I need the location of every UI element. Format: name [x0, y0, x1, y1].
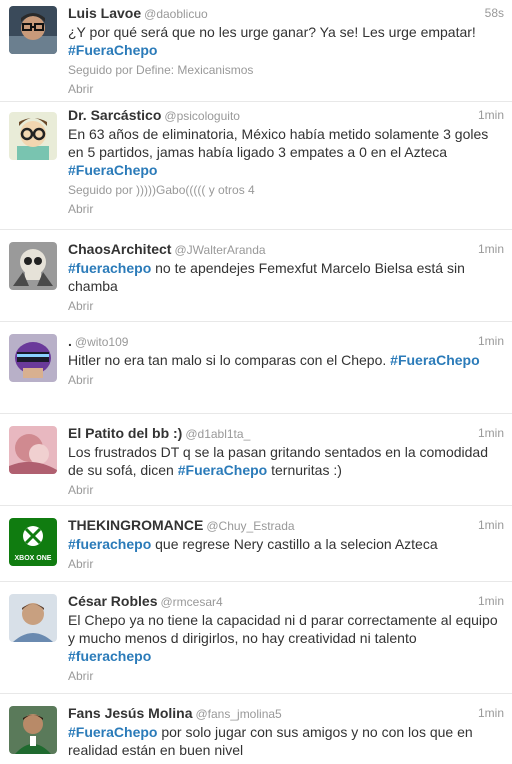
tweet[interactable]: César Robles @rmcesar4 1min El Chepo ya n…	[0, 582, 512, 694]
author-handle[interactable]: @Chuy_Estrada	[206, 519, 294, 533]
avatar-pink-photo-icon[interactable]	[9, 426, 57, 474]
hashtag-link[interactable]: #FueraChepo	[68, 724, 157, 740]
tweet-timestamp[interactable]: 1min	[478, 426, 504, 440]
tweet-timestamp[interactable]: 1min	[478, 242, 504, 256]
open-tweet-link[interactable]: Abrir	[68, 482, 93, 498]
author-name[interactable]: Fans Jesús Molina	[68, 705, 192, 721]
tweet-text: El Chepo ya no tiene la capacidad ni d p…	[68, 611, 502, 665]
hashtag-link[interactable]: #fuerachepo	[68, 648, 151, 664]
tweet-header: THEKINGROMANCE @Chuy_Estrada	[68, 516, 502, 534]
avatar-man-glasses-icon[interactable]	[9, 6, 57, 54]
author-name[interactable]: .	[68, 333, 72, 349]
tweet-text-segment: Hitler no era tan malo si lo comparas co…	[68, 352, 391, 368]
tweet[interactable]: . @wito109 1min Hitler no era tan malo si…	[0, 322, 512, 414]
hashtag-link[interactable]: #FueraChepo	[178, 462, 267, 478]
tweet-text: #FueraChepo por solo jugar con sus amigo…	[68, 723, 502, 759]
tweet-timestamp[interactable]: 1min	[478, 108, 504, 122]
tweet[interactable]: XBOX ONE THEKINGROMANCE @Chuy_Estrada 1mi…	[0, 506, 512, 582]
tweet-text: ¿Y por qué será que no les urge ganar? Y…	[68, 23, 502, 59]
open-tweet-link[interactable]: Abrir	[68, 201, 93, 217]
author-name[interactable]: ChaosArchitect	[68, 241, 171, 257]
tweet-header: Fans Jesús Molina @fans_jmolina5	[68, 704, 502, 722]
author-handle[interactable]: @wito109	[75, 335, 129, 349]
author-handle[interactable]: @d1abl1ta_	[185, 427, 250, 441]
tweet-text-segment: El Chepo ya no tiene la capacidad ni d p…	[68, 612, 498, 646]
avatar-helmet-icon[interactable]	[9, 334, 57, 382]
author-name[interactable]: El Patito del bb :)	[68, 425, 182, 441]
tweet-header: El Patito del bb :) @d1abl1ta_	[68, 424, 502, 442]
author-handle[interactable]: @rmcesar4	[160, 595, 222, 609]
tweet[interactable]: ChaosArchitect @JWalterAranda 1min #fuera…	[0, 230, 512, 322]
tweet[interactable]: Fans Jesús Molina @fans_jmolina5 1min #Fu…	[0, 694, 512, 764]
tweet-header: ChaosArchitect @JWalterAranda	[68, 240, 502, 258]
hashtag-link[interactable]: #FueraChepo	[68, 162, 157, 178]
author-handle[interactable]: @fans_jmolina5	[195, 707, 281, 721]
tweet-timestamp[interactable]: 1min	[478, 518, 504, 532]
avatar-skull-icon[interactable]	[9, 242, 57, 290]
tweet-text-segment: En 63 años de eliminatoria, México había…	[68, 126, 489, 160]
open-tweet-link[interactable]: Abrir	[68, 556, 93, 572]
avatar-soccer-player-icon[interactable]	[9, 706, 57, 754]
author-name[interactable]: Dr. Sarcástico	[68, 107, 161, 123]
tweet-text-segment: que regrese Nery castillo a la selecion …	[151, 536, 438, 552]
tweet-timestamp[interactable]: 58s	[485, 6, 504, 20]
tweet-timeline: Luis Lavoe @daoblicuo 58s ¿Y por qué será…	[0, 0, 512, 764]
tweet-text: #fuerachepo no te apendejes Femexfut Mar…	[68, 259, 502, 295]
xbox-one-logo-icon[interactable]: XBOX ONE	[9, 518, 57, 566]
tweet-timestamp[interactable]: 1min	[478, 706, 504, 720]
tweet-header: . @wito109	[68, 332, 502, 350]
tweet-header: Dr. Sarcástico @psicologuito	[68, 106, 502, 124]
tweet[interactable]: Dr. Sarcástico @psicologuito 1min En 63 a…	[0, 102, 512, 230]
open-tweet-link[interactable]: Abrir	[68, 668, 93, 684]
tweet[interactable]: El Patito del bb :) @d1abl1ta_ 1min Los f…	[0, 414, 512, 506]
tweet-header: Luis Lavoe @daoblicuo	[68, 4, 502, 22]
avatar-cartoon-glasses-icon[interactable]	[9, 112, 57, 160]
tweet-text-segment: ¿Y por qué será que no les urge ganar? Y…	[68, 24, 476, 40]
tweet-timestamp[interactable]: 1min	[478, 594, 504, 608]
author-handle[interactable]: @daoblicuo	[144, 7, 208, 21]
hashtag-link[interactable]: #FueraChepo	[390, 352, 479, 368]
tweet[interactable]: Luis Lavoe @daoblicuo 58s ¿Y por qué será…	[0, 0, 512, 102]
open-tweet-link[interactable]: Abrir	[68, 81, 93, 97]
author-handle[interactable]: @psicologuito	[164, 109, 240, 123]
hashtag-link[interactable]: #fuerachepo	[68, 536, 151, 552]
hashtag-link[interactable]: #fuerachepo	[68, 260, 151, 276]
tweet-text: Los frustrados DT q se la pasan gritando…	[68, 443, 502, 479]
tweet-timestamp[interactable]: 1min	[478, 334, 504, 348]
author-name[interactable]: César Robles	[68, 593, 157, 609]
tweet-text-segment: ternuritas :)	[267, 462, 342, 478]
tweet-text: En 63 años de eliminatoria, México había…	[68, 125, 502, 179]
followed-by-note: Seguido por Define: Mexicanismos	[68, 63, 254, 77]
followed-by-note: Seguido por )))))Gabo((((( y otros 4	[68, 183, 255, 197]
author-handle[interactable]: @JWalterAranda	[174, 243, 265, 257]
xbox-logo-text: XBOX ONE	[15, 555, 52, 562]
tweet-text: Hitler no era tan malo si lo comparas co…	[68, 351, 502, 369]
tweet-text: #fuerachepo que regrese Nery castillo a …	[68, 535, 502, 553]
tweet-header: César Robles @rmcesar4	[68, 592, 502, 610]
avatar-man-shirt-icon[interactable]	[9, 594, 57, 642]
hashtag-link[interactable]: #FueraChepo	[68, 42, 157, 58]
open-tweet-link[interactable]: Abrir	[68, 372, 93, 388]
open-tweet-link[interactable]: Abrir	[68, 298, 93, 314]
author-name[interactable]: THEKINGROMANCE	[68, 517, 203, 533]
author-name[interactable]: Luis Lavoe	[68, 5, 141, 21]
